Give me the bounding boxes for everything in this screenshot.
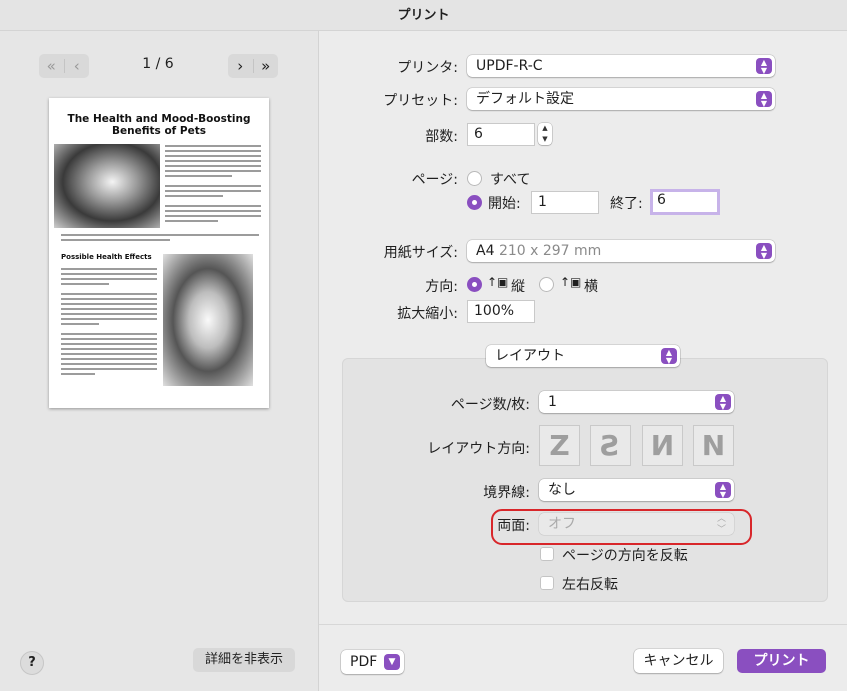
pages-range-radio[interactable]	[467, 195, 482, 210]
highlight-ring	[491, 509, 752, 545]
chevron-updown-icon: ▲ ▼	[756, 91, 772, 108]
last-page-icon[interactable]: »	[254, 54, 279, 78]
copies-field[interactable]: 6	[467, 123, 535, 146]
first-page-icon[interactable]: «	[39, 54, 64, 78]
portrait-icon: ↑▣	[487, 275, 509, 289]
preview-pane: « ‹ 1 / 6 › » The Health and Mood-Boosti…	[0, 31, 319, 691]
layout-direction-z-icon[interactable]: Z	[539, 425, 580, 466]
landscape-label: 横	[584, 279, 598, 295]
hide-details-button[interactable]: 詳細を非表示	[193, 648, 295, 672]
flip-horizontal-checkbox[interactable]	[540, 576, 554, 590]
printer-label: プリンタ:	[397, 60, 458, 76]
window-title: プリント	[0, 0, 847, 31]
copies-label: 部数:	[425, 129, 458, 145]
chevron-updown-icon: ▲ ▼	[756, 58, 772, 75]
paper-size-label: 用紙サイズ:	[383, 245, 458, 261]
copies-stepper[interactable]: ▲ ▼	[538, 123, 552, 145]
pages-from-field[interactable]: 1	[531, 191, 599, 214]
next-page-icon[interactable]: ›	[228, 54, 253, 78]
preset-label: プリセット:	[383, 93, 458, 109]
preview-forward-controls: › »	[228, 54, 278, 78]
reverse-orientation-checkbox[interactable]	[540, 547, 554, 561]
layout-direction-reverse-z-icon[interactable]: Ƨ	[590, 425, 631, 466]
pages-all-radio[interactable]	[467, 171, 482, 186]
landscape-icon: ↑▣	[560, 275, 582, 289]
pages-per-sheet-label: ページ数/枚:	[450, 397, 530, 413]
chevron-updown-icon: ▲ ▼	[756, 243, 772, 260]
page-indicator: 1 / 6	[142, 56, 174, 72]
layout-direction-n-icon[interactable]: N	[693, 425, 734, 466]
chevron-updown-icon: ▲ ▼	[715, 394, 731, 411]
pages-all-label: すべて	[490, 172, 531, 188]
preview-text-block	[165, 145, 261, 225]
layout-direction-label: レイアウト方向:	[427, 441, 530, 457]
border-label: 境界線:	[483, 485, 530, 501]
cancel-button[interactable]: キャンセル	[634, 649, 723, 673]
help-button[interactable]: ?	[20, 651, 44, 675]
orientation-landscape-radio[interactable]	[539, 277, 554, 292]
scale-field[interactable]: 100%	[467, 300, 535, 323]
previous-page-icon[interactable]: ‹	[65, 54, 90, 78]
preview-text-block	[61, 234, 259, 244]
pages-to-field[interactable]: 6	[650, 189, 720, 215]
bottom-bar: PDF ▼ キャンセル プリント	[319, 624, 847, 691]
paper-size-popup[interactable]: A4 210 x 297 mm ▲ ▼	[467, 240, 775, 262]
preview-section-heading: Possible Health Effects	[61, 253, 152, 261]
chevron-updown-icon: ▲ ▼	[715, 482, 731, 499]
preset-popup[interactable]: デフォルト設定 ▲ ▼	[467, 88, 775, 110]
printer-popup[interactable]: UPDF-R-C ▲ ▼	[467, 55, 775, 77]
pages-to-label: 終了:	[610, 196, 643, 212]
dog-photo-image	[163, 254, 253, 386]
pages-per-sheet-popup[interactable]: 1 ▲ ▼	[539, 391, 734, 413]
page-preview: The Health and Mood-Boosting Benefits of…	[49, 98, 269, 408]
scale-label: 拡大縮小:	[397, 306, 458, 322]
orientation-portrait-radio[interactable]	[467, 277, 482, 292]
layout-direction-reverse-n-icon[interactable]: И	[642, 425, 683, 466]
chevron-updown-icon: ▲ ▼	[661, 348, 677, 365]
pages-from-label: 開始:	[488, 196, 521, 212]
reverse-orientation-label: ページの方向を反転	[562, 548, 688, 564]
pdf-menu-button[interactable]: PDF ▼	[341, 650, 404, 674]
chevron-down-icon: ▼	[384, 654, 400, 670]
preview-document-title: The Health and Mood-Boosting Benefits of…	[67, 113, 251, 137]
dog-photo-image	[54, 144, 160, 228]
preview-back-controls: « ‹	[39, 54, 89, 78]
border-popup[interactable]: なし ▲ ▼	[539, 479, 734, 501]
section-popup[interactable]: レイアウト ▲ ▼	[486, 345, 680, 367]
print-button[interactable]: プリント	[737, 649, 826, 673]
pages-label: ページ:	[411, 172, 458, 188]
orientation-label: 方向:	[425, 279, 458, 295]
preview-text-block	[61, 268, 157, 378]
flip-horizontal-label: 左右反転	[562, 577, 618, 593]
portrait-label: 縦	[511, 279, 525, 295]
settings-pane: プリンタ: UPDF-R-C ▲ ▼ プリセット: デフォルト設定 ▲ ▼ 部数: …	[319, 31, 847, 691]
